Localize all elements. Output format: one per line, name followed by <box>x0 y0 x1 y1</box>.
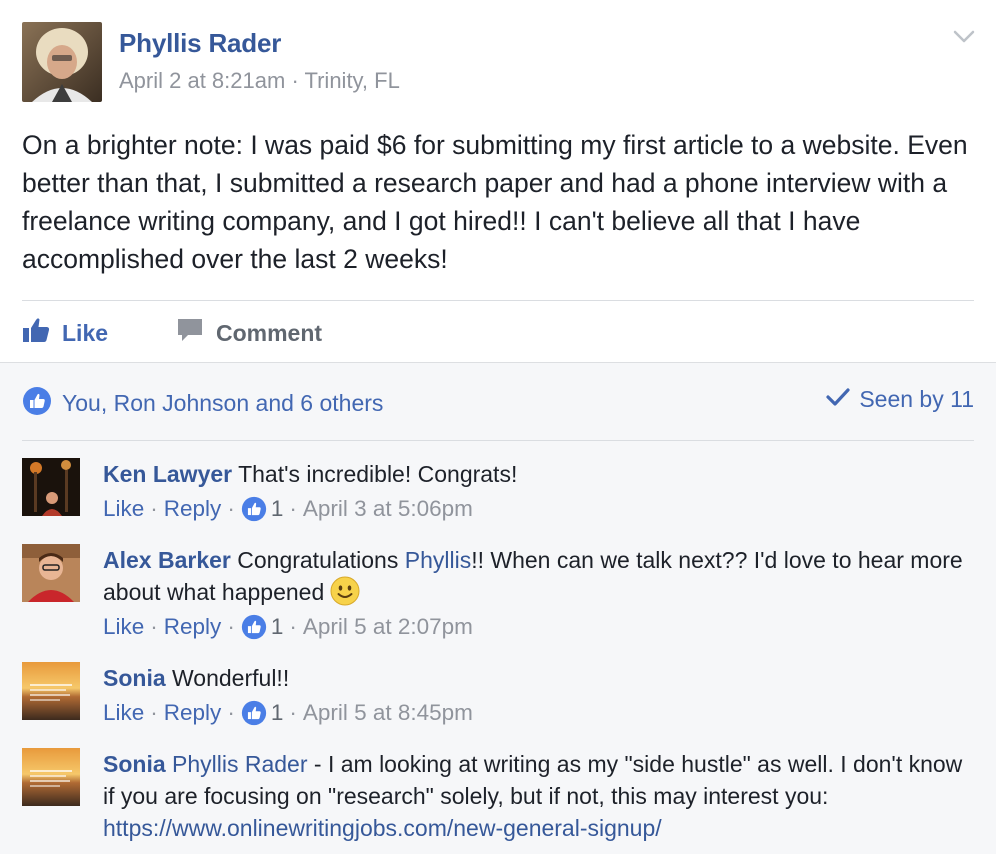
checkmark-icon <box>825 386 851 413</box>
mention-link[interactable]: Phyllis Rader <box>172 751 308 777</box>
smiley-emoji-icon <box>330 576 360 614</box>
meta-separator: · <box>291 68 299 93</box>
post-meta: April 2 at 8:21am · Trinity, FL <box>119 68 400 94</box>
comment: Ken Lawyer That's incredible! Congrats! … <box>22 458 982 528</box>
commenter-name[interactable]: Sonia <box>103 665 166 691</box>
comment-timestamp[interactable]: April 5 at 2:07pm <box>303 614 473 640</box>
comment-like-link[interactable]: Like <box>103 700 144 726</box>
author-avatar[interactable] <box>22 22 102 102</box>
comment-body: Sonia Phyllis Rader - I am looking at wr… <box>103 748 973 844</box>
post-header-area: Phyllis Rader April 2 at 8:21am · Trinit… <box>0 0 996 362</box>
comment-text-after: !! When can we talk next?? I'd love to h… <box>103 547 963 605</box>
comment-label: Comment <box>216 319 323 346</box>
reaction-summary-text: You, Ron Johnson and 6 others <box>62 390 384 416</box>
seen-by[interactable]: Seen by 11 <box>825 386 974 413</box>
comment-like-link[interactable]: Like <box>103 614 144 640</box>
comment-body: Alex Barker Congratulations Phyllis!! Wh… <box>103 544 973 614</box>
commenter-name[interactable]: Ken Lawyer <box>103 461 232 487</box>
like-reaction-icon[interactable] <box>241 700 267 726</box>
comment-like-count: 1 <box>270 614 284 639</box>
commenter-name[interactable]: Alex Barker <box>103 547 231 573</box>
seen-by-text: Seen by 11 <box>859 386 974 412</box>
mention-link[interactable]: Phyllis <box>405 547 471 573</box>
like-reaction-icon[interactable] <box>241 496 267 522</box>
comment: Sonia Phyllis Rader - I am looking at wr… <box>22 748 982 848</box>
like-reaction-icon[interactable] <box>241 614 267 640</box>
reaction-summary[interactable]: You, Ron Johnson and 6 others <box>22 386 383 421</box>
chevron-down-icon[interactable] <box>950 24 978 48</box>
comment-actions: Like · Reply · 1 · April 3 at 5:06pm <box>103 496 473 522</box>
like-label: Like <box>62 319 109 346</box>
comment-button[interactable]: Comment <box>176 314 322 352</box>
author-name[interactable]: Phyllis Rader <box>119 28 281 59</box>
comment-reply-link[interactable]: Reply <box>164 614 222 640</box>
comment-actions: Like · Reply · 1 · April 5 at 2:07pm <box>103 614 473 640</box>
commenter-name[interactable]: Sonia <box>103 751 166 777</box>
like-reaction-icon <box>22 386 52 421</box>
commenter-avatar[interactable] <box>22 544 80 602</box>
comment-reply-link[interactable]: Reply <box>164 496 222 522</box>
comment-like-count: 1 <box>270 496 284 521</box>
divider <box>22 440 974 441</box>
comment-reply-link[interactable]: Reply <box>164 700 222 726</box>
comment: Alex Barker Congratulations Phyllis!! Wh… <box>22 544 982 644</box>
thumbs-up-icon <box>22 317 62 349</box>
comment-like-count: 1 <box>270 700 284 725</box>
comment-url-link[interactable]: https://www.onlinewritingjobs.com/new-ge… <box>103 815 662 841</box>
like-button[interactable]: Like <box>22 314 108 352</box>
comment-timestamp[interactable]: April 5 at 8:45pm <box>303 700 473 726</box>
comment-text: Wonderful!! <box>172 665 290 691</box>
post-text: On a brighter note: I was paid $6 for su… <box>22 130 968 274</box>
post-location[interactable]: Trinity, FL <box>304 68 399 93</box>
commenter-avatar[interactable] <box>22 662 80 720</box>
comment-body: Ken Lawyer That's incredible! Congrats! <box>103 458 973 490</box>
comment-body: Sonia Wonderful!! <box>103 662 973 694</box>
comment-text-before: Congratulations <box>237 547 405 573</box>
post-timestamp[interactable]: April 2 at 8:21am <box>119 68 285 93</box>
commenter-avatar[interactable] <box>22 458 80 516</box>
comment-timestamp[interactable]: April 3 at 5:06pm <box>303 496 473 522</box>
comment: Sonia Wonderful!! Like · Reply · 1 · Apr… <box>22 662 982 732</box>
comment-actions: Like · Reply · 1 · April 5 at 8:45pm <box>103 700 473 726</box>
commenter-avatar[interactable] <box>22 748 80 806</box>
speech-bubble-icon <box>176 317 216 349</box>
divider <box>22 300 974 301</box>
comment-text: That's incredible! Congrats! <box>238 461 518 487</box>
comment-like-link[interactable]: Like <box>103 496 144 522</box>
